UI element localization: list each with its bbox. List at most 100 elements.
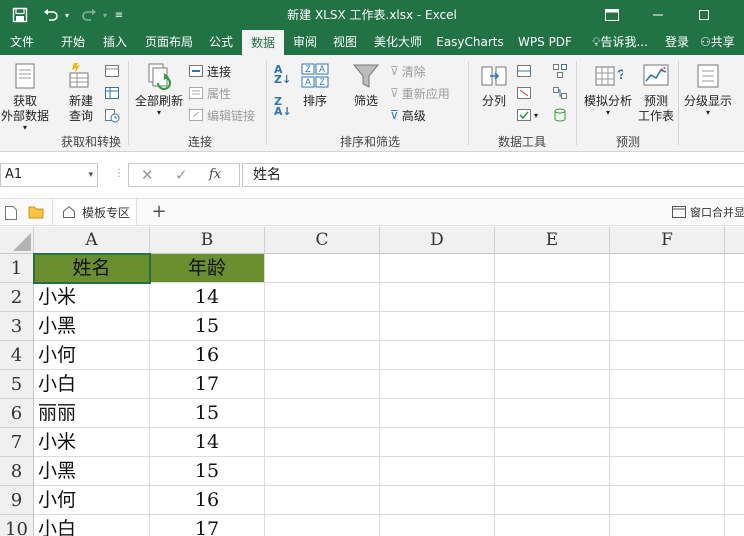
cell-g4[interactable]: [725, 341, 744, 370]
row-header[interactable]: 9: [0, 486, 34, 515]
maximize-icon[interactable]: [692, 0, 716, 30]
cell-f9[interactable]: [610, 486, 725, 515]
customize-quick-access-icon[interactable]: ≡: [112, 0, 126, 30]
cell-e10[interactable]: [495, 515, 610, 536]
cell-g3[interactable]: [725, 312, 744, 341]
data-validation-icon[interactable]: ▾: [516, 105, 538, 125]
cell-f4[interactable]: [610, 341, 725, 370]
column-header-e[interactable]: E: [495, 227, 610, 254]
cell-b3[interactable]: 15: [150, 312, 265, 341]
cell-f2[interactable]: [610, 283, 725, 312]
edit-links-button[interactable]: 编辑链接: [188, 105, 255, 125]
cell-d9[interactable]: [380, 486, 495, 515]
tab-easycharts[interactable]: EasyCharts: [432, 30, 508, 55]
cell-e9[interactable]: [495, 486, 610, 515]
cell-a10[interactable]: 小白: [34, 515, 150, 536]
cell-b6[interactable]: 15: [150, 399, 265, 428]
recent-sources-icon[interactable]: [104, 105, 120, 125]
column-header-a[interactable]: A: [34, 227, 150, 254]
undo-icon[interactable]: [40, 0, 62, 30]
cell-e7[interactable]: [495, 428, 610, 457]
cell-a8[interactable]: 小黑: [34, 457, 150, 486]
tab-wps-pdf[interactable]: WPS PDF: [512, 30, 578, 55]
cell-g10[interactable]: [725, 515, 744, 536]
row-header[interactable]: 4: [0, 341, 34, 370]
relationships-icon[interactable]: [552, 83, 568, 103]
share-button[interactable]: ⚇共享: [700, 30, 744, 55]
cell-e2[interactable]: [495, 283, 610, 312]
remove-duplicates-icon[interactable]: [516, 83, 532, 103]
save-icon[interactable]: [8, 0, 32, 30]
cell-e1[interactable]: [495, 254, 610, 283]
connections-button[interactable]: 连接: [188, 61, 231, 81]
cell-b1[interactable]: 年龄: [150, 254, 265, 283]
cell-c3[interactable]: [265, 312, 380, 341]
cell-e3[interactable]: [495, 312, 610, 341]
cell-d5[interactable]: [380, 370, 495, 399]
cell-e5[interactable]: [495, 370, 610, 399]
cell-f8[interactable]: [610, 457, 725, 486]
cell-a9[interactable]: 小何: [34, 486, 150, 515]
cell-b2[interactable]: 14: [150, 283, 265, 312]
row-header[interactable]: 3: [0, 312, 34, 341]
properties-button[interactable]: 属性: [188, 83, 231, 103]
cell-f6[interactable]: [610, 399, 725, 428]
cell-a3[interactable]: 小黑: [34, 312, 150, 341]
cell-c1[interactable]: [265, 254, 380, 283]
forecast-sheet-button[interactable]: 预测 工作表: [636, 61, 676, 124]
name-box[interactable]: A1 ▾: [0, 163, 98, 187]
redo-dropdown-icon[interactable]: ▾: [100, 0, 110, 30]
cell-g2[interactable]: [725, 283, 744, 312]
insert-function-button[interactable]: fx: [209, 167, 221, 182]
cancel-icon[interactable]: ✕: [141, 166, 154, 184]
select-all-corner[interactable]: [0, 227, 34, 254]
column-header-d[interactable]: D: [380, 227, 495, 254]
get-external-data-button[interactable]: 获取 外部数据 ▾: [0, 61, 50, 132]
cell-b10[interactable]: 17: [150, 515, 265, 536]
chevron-down-icon[interactable]: ▾: [88, 164, 93, 186]
tab-view[interactable]: 视图: [326, 30, 364, 55]
refresh-all-button[interactable]: 全部刷新 ▾: [132, 61, 186, 117]
cell-g5[interactable]: [725, 370, 744, 399]
cell-a7[interactable]: 小米: [34, 428, 150, 457]
cell-d1[interactable]: [380, 254, 495, 283]
cell-f10[interactable]: [610, 515, 725, 536]
tab-insert[interactable]: 插入: [96, 30, 134, 55]
reapply-button[interactable]: ⊽ 重新应用: [390, 83, 450, 103]
cell-g9[interactable]: [725, 486, 744, 515]
cell-c4[interactable]: [265, 341, 380, 370]
row-header[interactable]: 5: [0, 370, 34, 399]
consolidate-icon[interactable]: [552, 61, 568, 81]
tab-beautify-master[interactable]: 美化大师: [368, 30, 428, 55]
data-model-icon[interactable]: [552, 105, 568, 125]
cell-c2[interactable]: [265, 283, 380, 312]
cell-b5[interactable]: 17: [150, 370, 265, 399]
tab-review[interactable]: 审阅: [286, 30, 324, 55]
cell-d4[interactable]: [380, 341, 495, 370]
cell-a6[interactable]: 丽丽: [34, 399, 150, 428]
cell-d6[interactable]: [380, 399, 495, 428]
ribbon-display-options-icon[interactable]: [600, 0, 624, 30]
window-merge-button[interactable]: 窗口合并显: [672, 199, 744, 225]
enter-icon[interactable]: ✓: [175, 166, 188, 184]
cell-b8[interactable]: 15: [150, 457, 265, 486]
redo-icon[interactable]: [78, 0, 100, 30]
tab-template-zone[interactable]: 模板专区: [56, 199, 138, 225]
tab-data[interactable]: 数据: [242, 30, 284, 55]
cell-d10[interactable]: [380, 515, 495, 536]
cell-a1[interactable]: 姓名: [34, 254, 150, 283]
cell-c8[interactable]: [265, 457, 380, 486]
cell-c5[interactable]: [265, 370, 380, 399]
row-header[interactable]: 10: [0, 515, 34, 536]
tab-page-layout[interactable]: 页面布局: [138, 30, 200, 55]
cell-g7[interactable]: [725, 428, 744, 457]
cell-c7[interactable]: [265, 428, 380, 457]
new-query-button[interactable]: 新建 查询: [58, 61, 104, 124]
cell-a5[interactable]: 小白: [34, 370, 150, 399]
clear-filter-button[interactable]: ⊽ 清除: [390, 61, 426, 81]
sort-ascending-button[interactable]: A Z↓: [274, 64, 291, 85]
tab-home[interactable]: 开始: [54, 30, 92, 55]
what-if-analysis-button[interactable]: ? 模拟分析 ▾: [580, 61, 636, 117]
row-header[interactable]: 8: [0, 457, 34, 486]
cell-f3[interactable]: [610, 312, 725, 341]
